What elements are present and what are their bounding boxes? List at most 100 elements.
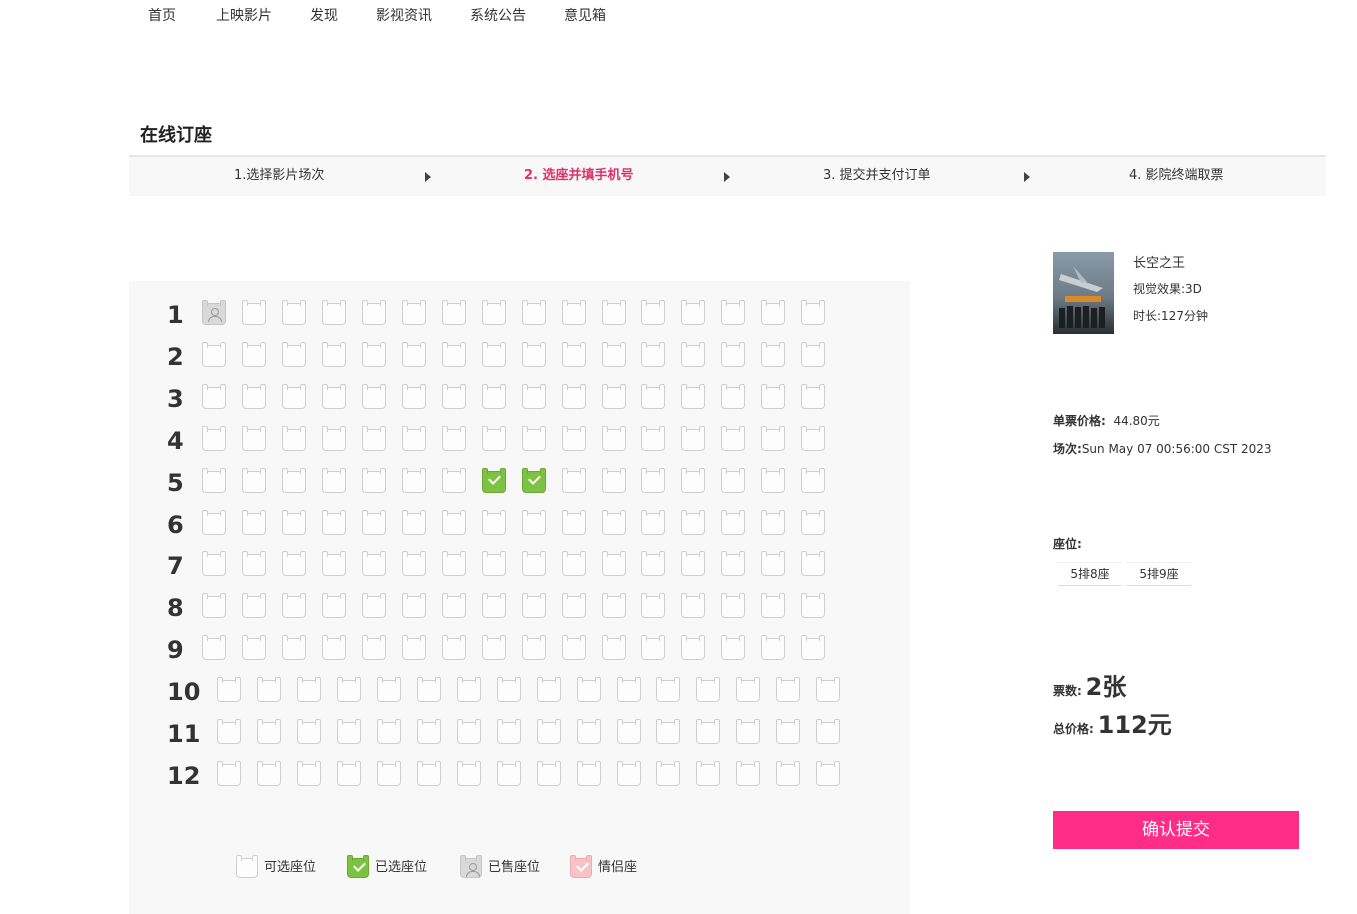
seat[interactable] bbox=[442, 635, 466, 660]
seat[interactable] bbox=[641, 593, 665, 618]
seat[interactable] bbox=[322, 551, 346, 576]
seat[interactable] bbox=[696, 761, 720, 786]
seat[interactable] bbox=[377, 761, 401, 786]
seat[interactable] bbox=[801, 342, 825, 367]
seat[interactable] bbox=[217, 677, 241, 702]
seat[interactable] bbox=[442, 384, 466, 409]
seat[interactable] bbox=[482, 593, 506, 618]
seat[interactable] bbox=[402, 426, 426, 451]
seat[interactable] bbox=[482, 384, 506, 409]
seat[interactable] bbox=[362, 593, 386, 618]
seat[interactable] bbox=[801, 551, 825, 576]
seat[interactable] bbox=[656, 719, 680, 744]
seat[interactable] bbox=[641, 635, 665, 660]
seat[interactable] bbox=[282, 635, 306, 660]
seat[interactable] bbox=[522, 593, 546, 618]
seat[interactable] bbox=[681, 300, 705, 325]
seat[interactable] bbox=[681, 510, 705, 535]
seat[interactable] bbox=[442, 593, 466, 618]
seat[interactable] bbox=[297, 761, 321, 786]
seat[interactable] bbox=[721, 551, 745, 576]
seat[interactable] bbox=[522, 342, 546, 367]
seat[interactable] bbox=[522, 510, 546, 535]
seat[interactable] bbox=[202, 510, 226, 535]
seat[interactable] bbox=[402, 300, 426, 325]
seat[interactable] bbox=[337, 719, 361, 744]
seat[interactable] bbox=[482, 342, 506, 367]
seat[interactable] bbox=[402, 468, 426, 493]
seat[interactable] bbox=[522, 300, 546, 325]
seat[interactable] bbox=[297, 719, 321, 744]
seat[interactable] bbox=[442, 300, 466, 325]
seat[interactable] bbox=[761, 426, 785, 451]
seat[interactable] bbox=[776, 677, 800, 702]
seat[interactable] bbox=[417, 761, 441, 786]
seat[interactable] bbox=[282, 510, 306, 535]
seat[interactable] bbox=[242, 384, 266, 409]
selected-seat[interactable] bbox=[482, 468, 506, 493]
seat[interactable] bbox=[562, 593, 586, 618]
seat[interactable] bbox=[696, 719, 720, 744]
seat[interactable] bbox=[736, 719, 760, 744]
nav-news[interactable]: 影视资讯 bbox=[376, 0, 432, 32]
seat[interactable] bbox=[442, 342, 466, 367]
seat[interactable] bbox=[242, 551, 266, 576]
seat[interactable] bbox=[681, 342, 705, 367]
seat[interactable] bbox=[721, 593, 745, 618]
seat[interactable] bbox=[577, 761, 601, 786]
seat[interactable] bbox=[721, 426, 745, 451]
seat[interactable] bbox=[337, 677, 361, 702]
seat[interactable] bbox=[602, 300, 626, 325]
seat[interactable] bbox=[442, 426, 466, 451]
seat[interactable] bbox=[761, 468, 785, 493]
seat[interactable] bbox=[562, 342, 586, 367]
seat[interactable] bbox=[761, 593, 785, 618]
seat[interactable] bbox=[217, 761, 241, 786]
seat[interactable] bbox=[721, 300, 745, 325]
seat[interactable] bbox=[761, 551, 785, 576]
seat[interactable] bbox=[696, 677, 720, 702]
seat[interactable] bbox=[322, 300, 346, 325]
seat[interactable] bbox=[322, 384, 346, 409]
seat[interactable] bbox=[602, 342, 626, 367]
seat[interactable] bbox=[457, 719, 481, 744]
seat[interactable] bbox=[602, 384, 626, 409]
seat[interactable] bbox=[497, 761, 521, 786]
seat[interactable] bbox=[242, 635, 266, 660]
seat[interactable] bbox=[362, 635, 386, 660]
seat[interactable] bbox=[282, 468, 306, 493]
seat[interactable] bbox=[801, 468, 825, 493]
seat[interactable] bbox=[497, 719, 521, 744]
seat[interactable] bbox=[602, 551, 626, 576]
seat[interactable] bbox=[721, 468, 745, 493]
seat[interactable] bbox=[537, 677, 561, 702]
seat[interactable] bbox=[681, 593, 705, 618]
seat[interactable] bbox=[641, 510, 665, 535]
seat[interactable] bbox=[297, 677, 321, 702]
seat[interactable] bbox=[362, 300, 386, 325]
seat[interactable] bbox=[776, 719, 800, 744]
seat[interactable] bbox=[337, 761, 361, 786]
seat[interactable] bbox=[362, 426, 386, 451]
seat[interactable] bbox=[721, 342, 745, 367]
seat[interactable] bbox=[402, 635, 426, 660]
seat[interactable] bbox=[322, 426, 346, 451]
seat[interactable] bbox=[362, 342, 386, 367]
seat[interactable] bbox=[617, 677, 641, 702]
seat[interactable] bbox=[202, 593, 226, 618]
nav-discover[interactable]: 发现 bbox=[310, 0, 338, 32]
seat[interactable] bbox=[681, 384, 705, 409]
seat[interactable] bbox=[761, 384, 785, 409]
seat[interactable] bbox=[736, 677, 760, 702]
seat[interactable] bbox=[562, 510, 586, 535]
seat[interactable] bbox=[801, 593, 825, 618]
seat[interactable] bbox=[801, 384, 825, 409]
seat[interactable] bbox=[282, 300, 306, 325]
seat[interactable] bbox=[522, 384, 546, 409]
seat[interactable] bbox=[721, 384, 745, 409]
seat[interactable] bbox=[736, 761, 760, 786]
seat[interactable] bbox=[282, 593, 306, 618]
seat[interactable] bbox=[402, 510, 426, 535]
seat[interactable] bbox=[417, 677, 441, 702]
seat[interactable] bbox=[761, 342, 785, 367]
